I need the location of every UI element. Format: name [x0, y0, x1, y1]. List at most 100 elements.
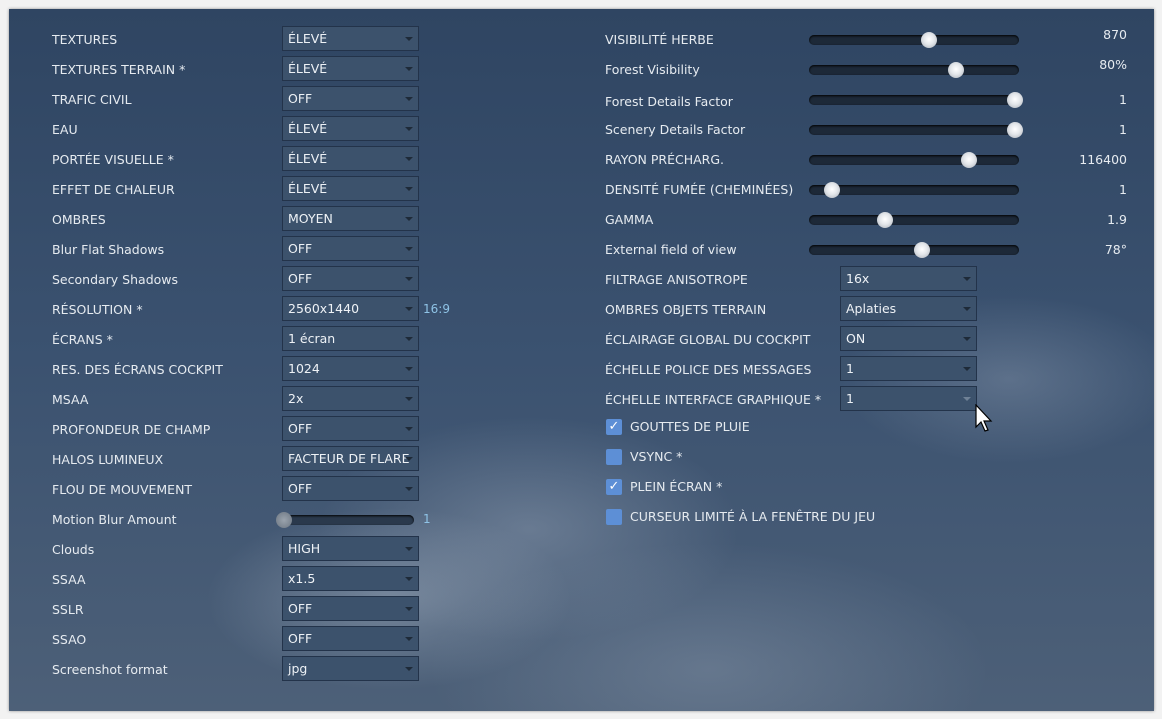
sslr-dropdown[interactable]: OFF	[282, 596, 419, 621]
motion-blur-amount-slider[interactable]	[276, 512, 414, 528]
dropdown-value: 1024	[288, 361, 320, 376]
scenery-details-factor-value: 1	[1119, 122, 1127, 137]
scenery-details-factor-slider[interactable]	[809, 122, 1023, 138]
resolution-dropdown[interactable]: 2560x1440	[282, 296, 419, 321]
echelle-police-des-messages-dropdown[interactable]: 1	[840, 356, 977, 381]
ssaa-label: SSAA	[52, 572, 86, 587]
dropdown-value: 1 écran	[288, 331, 336, 346]
eclairage-global-du-cockpit-dropdown[interactable]: ON	[840, 326, 977, 351]
dropdown-value: OFF	[288, 481, 313, 496]
plein-ecran-label[interactable]: PLEIN ÉCRAN *	[630, 479, 722, 495]
textures-terrain-label: TEXTURES TERRAIN *	[52, 62, 186, 77]
forest-details-factor-label: Forest Details Factor	[605, 94, 733, 109]
caret-down-icon	[405, 667, 413, 671]
forest-visibility-slider[interactable]	[809, 62, 1019, 78]
effet-de-chaleur-dropdown[interactable]: ÉLEVÉ	[282, 176, 419, 201]
checkmark-icon: ✓	[608, 419, 620, 434]
ombres-dropdown[interactable]: MOYEN	[282, 206, 419, 231]
res-des-ecrans-cockpit-dropdown[interactable]: 1024	[282, 356, 419, 381]
settings-window: TEXTURES ÉLEVÉ TEXTURES TERRAIN * ÉLEVÉ TRAF…	[9, 9, 1154, 711]
dropdown-value: ÉLEVÉ	[288, 151, 328, 166]
msaa-dropdown[interactable]: 2x	[282, 386, 419, 411]
secondary-shadows-label: Secondary Shadows	[52, 272, 179, 287]
visibilite-herbe-slider[interactable]	[809, 32, 1019, 48]
scenery-details-factor-label: Scenery Details Factor	[605, 122, 746, 137]
dropdown-value: OFF	[288, 631, 313, 646]
profondeur-de-champ-label: PROFONDEUR DE CHAMP	[52, 422, 211, 437]
resolution-label: RÉSOLUTION *	[52, 302, 143, 317]
dropdown-value: 16x	[846, 271, 870, 286]
ssaa-dropdown[interactable]: x1.5	[282, 566, 419, 591]
slider-thumb[interactable]	[960, 152, 977, 168]
msaa-label: MSAA	[52, 392, 89, 407]
caret-down-icon	[405, 457, 413, 461]
caret-down-icon	[405, 37, 413, 41]
filtrage-anisotrope-dropdown[interactable]: 16x	[840, 266, 977, 291]
screenshot-format-dropdown[interactable]: jpg	[282, 656, 419, 681]
ecrans-label: ÉCRANS *	[52, 332, 113, 347]
caret-down-icon	[963, 307, 971, 311]
curseur-limite-a-la-fenetre-du-jeu-checkbox[interactable]	[606, 509, 622, 525]
textures-terrain-dropdown[interactable]: ÉLEVÉ	[282, 56, 419, 81]
dropdown-value: HIGH	[288, 541, 321, 556]
dropdown-value: OFF	[288, 421, 313, 436]
caret-down-icon	[405, 427, 413, 431]
curseur-limite-a-la-fenetre-du-jeu-label[interactable]: CURSEUR LIMITÉ À LA FENÊTRE DU JEU	[630, 509, 875, 525]
gamma-slider[interactable]	[809, 212, 1019, 228]
dropdown-value: x1.5	[288, 571, 316, 586]
checkmark-icon: ✓	[608, 479, 620, 494]
slider-thumb[interactable]	[948, 62, 964, 78]
dropdown-value: ÉLEVÉ	[288, 61, 328, 76]
sslr-label: SSLR	[52, 602, 84, 617]
slider-thumb[interactable]	[876, 212, 893, 228]
ecrans-dropdown[interactable]: 1 écran	[282, 326, 419, 351]
slider-thumb[interactable]	[1006, 92, 1023, 108]
blur-flat-shadows-label: Blur Flat Shadows	[52, 242, 165, 257]
echelle-interface-graphique-dropdown[interactable]: 1	[840, 386, 977, 411]
blur-flat-shadows-dropdown[interactable]: OFF	[282, 236, 419, 261]
clouds-dropdown[interactable]: HIGH	[282, 536, 419, 561]
dropdown-value: FACTEUR DE FLARE	[288, 451, 410, 466]
dropdown-value: ON	[846, 331, 866, 346]
vsync-label[interactable]: VSYNC *	[630, 449, 682, 465]
portee-visuelle-label: PORTÉE VISUELLE *	[52, 152, 174, 167]
dropdown-value: OFF	[288, 91, 313, 106]
slider-thumb[interactable]	[824, 182, 841, 198]
eau-dropdown[interactable]: ÉLEVÉ	[282, 116, 419, 141]
caret-down-icon	[405, 187, 413, 191]
trafic-civil-dropdown[interactable]: OFF	[282, 86, 419, 111]
textures-dropdown[interactable]: ÉLEVÉ	[282, 26, 419, 51]
portee-visuelle-dropdown[interactable]: ÉLEVÉ	[282, 146, 419, 171]
densite-fumee-cheminees-slider[interactable]	[809, 182, 1019, 198]
caret-down-icon	[405, 577, 413, 581]
densite-fumee-cheminees-value: 1	[1119, 182, 1127, 197]
motion-blur-amount-label: Motion Blur Amount	[52, 512, 177, 527]
plein-ecran-checkbox[interactable]: ✓	[606, 479, 622, 495]
profondeur-de-champ-dropdown[interactable]: OFF	[282, 416, 419, 441]
densite-fumee-cheminees-label: DENSITÉ FUMÉE (CHEMINÉES)	[605, 182, 794, 197]
slider-thumb[interactable]	[1006, 122, 1023, 138]
caret-down-icon	[963, 397, 971, 401]
screenshot-format-label: Screenshot format	[52, 662, 168, 677]
slider-thumb[interactable]	[276, 512, 292, 528]
slider-thumb[interactable]	[920, 32, 937, 48]
flou-de-mouvement-dropdown[interactable]: OFF	[282, 476, 419, 501]
slider-thumb[interactable]	[914, 242, 931, 258]
ombres-objets-terrain-dropdown[interactable]: Aplaties	[840, 296, 977, 321]
res-des-ecrans-cockpit-label: RES. DES ÉCRANS COCKPIT	[52, 362, 223, 377]
caret-down-icon	[405, 97, 413, 101]
secondary-shadows-dropdown[interactable]: OFF	[282, 266, 419, 291]
forest-visibility-label: Forest Visibility	[605, 62, 700, 77]
gouttes-de-pluie-label[interactable]: GOUTTES DE PLUIE	[630, 419, 750, 435]
ssao-dropdown[interactable]: OFF	[282, 626, 419, 651]
external-field-of-view-slider[interactable]	[809, 242, 1019, 258]
halos-lumineux-dropdown[interactable]: FACTEUR DE FLARE	[282, 446, 419, 471]
effet-de-chaleur-label: EFFET DE CHALEUR	[52, 182, 175, 197]
caret-down-icon	[405, 397, 413, 401]
rayon-precharg-slider[interactable]	[809, 152, 1019, 168]
forest-details-factor-slider[interactable]	[809, 92, 1023, 108]
vsync-checkbox[interactable]	[606, 449, 622, 465]
caret-down-icon	[405, 247, 413, 251]
dropdown-value: OFF	[288, 601, 313, 616]
gouttes-de-pluie-checkbox[interactable]: ✓	[606, 419, 622, 435]
